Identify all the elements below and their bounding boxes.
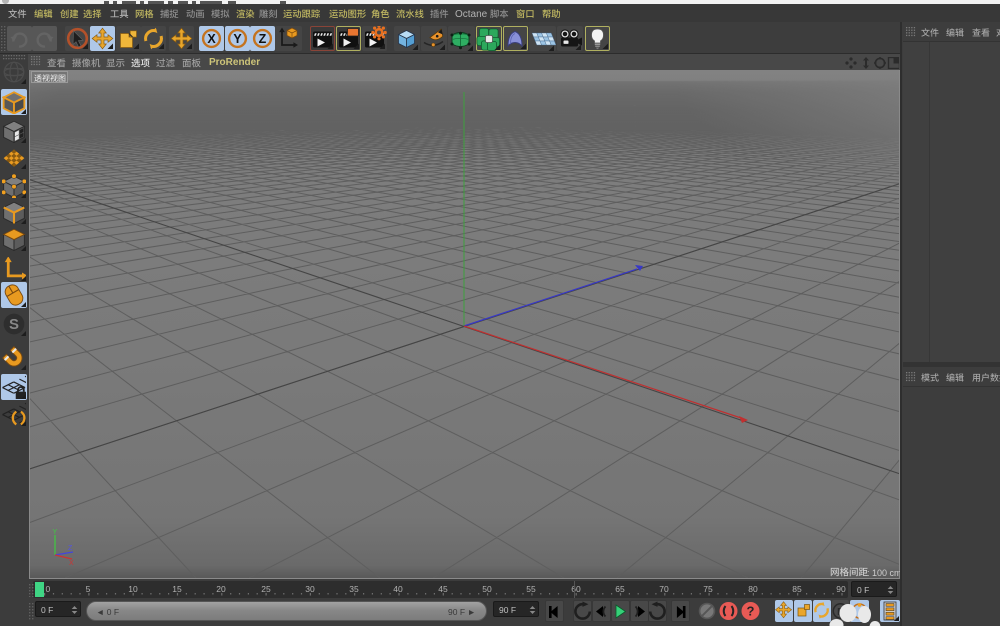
svg-text:?: ? [747, 604, 755, 619]
svg-text:X: X [69, 560, 74, 567]
svg-text:X: X [207, 32, 216, 46]
svg-text:Y: Y [53, 529, 58, 536]
svg-text:Z: Z [259, 32, 267, 46]
svg-text:Z: Z [68, 545, 73, 552]
svg-text:Y: Y [233, 32, 242, 46]
